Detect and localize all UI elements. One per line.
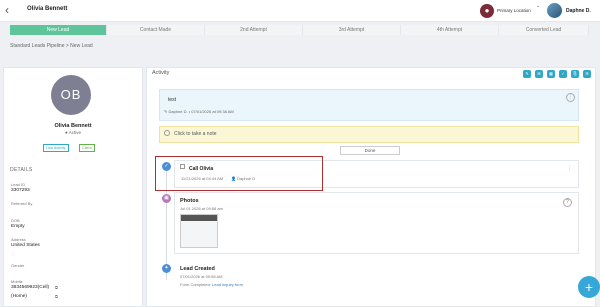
toolbar-email-icon[interactable]: ✉ (535, 70, 543, 78)
copy-icon[interactable]: ⧉ (55, 285, 58, 290)
mobile-label: Mobile (11, 279, 23, 284)
low-activity-badge: Low Activity (43, 144, 69, 152)
lead-id-value: 3307293 (11, 188, 30, 193)
chevron-down-icon[interactable]: ⌄ (536, 3, 540, 9)
location-avatar-icon[interactable]: ● (480, 4, 494, 18)
details-heading: DETAILS (10, 167, 33, 173)
activity-title: Activity (152, 70, 170, 76)
stage-contact-made[interactable]: Contact Made (107, 25, 205, 35)
add-fab-button[interactable]: + (578, 276, 600, 298)
photo-icon: ▣ (162, 194, 171, 203)
stage-new-lead[interactable]: New Lead (10, 25, 107, 35)
more-icon[interactable]: ⋮ (566, 166, 573, 174)
contact-name: Olivia Bennett (27, 6, 68, 12)
done-button[interactable]: Done (340, 146, 400, 155)
copy-icon[interactable]: ⧉ (55, 294, 58, 299)
note-meta: ✎ Daphne D. • 07/01/2026 at 09:38 AM (164, 109, 234, 114)
photos-title: Photos (180, 198, 199, 204)
toolbar-task-icon[interactable]: ✓ (559, 70, 567, 78)
mobile-type: (Home) (11, 294, 27, 299)
address-value[interactable]: United States (11, 243, 40, 248)
profile-name: Olivia Bennett (54, 123, 92, 129)
lead-form-line: Form Completed: Lead inquiry form (180, 282, 243, 287)
stage-converted-lead[interactable]: Converted Lead (499, 25, 589, 35)
photo-thumbnail-header (181, 215, 217, 221)
dob-label: DOB (11, 218, 20, 223)
toolbar-note-icon[interactable]: ✎ (523, 70, 531, 78)
toolbar-calendar-icon[interactable]: ▦ (547, 70, 555, 78)
lead-icon: ✦ (162, 264, 171, 273)
toolbar-filter-icon[interactable]: ☰ (583, 70, 591, 78)
primary-location-selector[interactable]: Primary Location (497, 8, 531, 13)
dob-value[interactable]: Empty (11, 224, 25, 229)
stage-3rd-attempt[interactable]: 3rd Attempt (303, 25, 401, 35)
highlight-outline (155, 156, 323, 191)
photos-card (174, 192, 579, 254)
take-note-placeholder[interactable]: Click to take a note (174, 131, 217, 137)
pipeline-stages: New Lead Contact Made 2nd Attempt 3rd At… (0, 25, 600, 35)
lead-created-title: Lead Created (180, 266, 215, 272)
mobile-value[interactable]: 3834569923(Cell) (11, 285, 49, 290)
avatar: OB (51, 75, 91, 115)
lead-id-label: Lead ID (11, 182, 26, 187)
profile-status: ● Active (65, 130, 81, 135)
note-card (159, 89, 579, 121)
address-extra: - (12, 251, 14, 256)
take-note-box[interactable] (159, 126, 579, 143)
client-badge: Client (79, 144, 95, 152)
photos-date: Jul 01 2026 at 09:58 am (180, 206, 223, 211)
note-text: test (168, 97, 177, 103)
toolbar-attach-icon[interactable]: ⎘ (571, 70, 579, 78)
help-icon[interactable]: ? (563, 198, 572, 207)
breadcrumb[interactable]: Standard Leads Pipeline > New Lead (10, 43, 93, 49)
lead-created-date: 07/01/2026 at 09:58 AM (180, 274, 223, 279)
referred-by-label: Referred By (11, 201, 33, 206)
more-icon[interactable]: ⋮ (566, 93, 575, 102)
user-name[interactable]: Daphne D. (566, 8, 591, 14)
stage-4th-attempt[interactable]: 4th Attempt (401, 25, 499, 35)
gender-label: Gender (11, 263, 25, 268)
add-note-icon (164, 130, 170, 136)
lead-form-link[interactable]: Lead inquiry form (212, 282, 243, 287)
user-avatar[interactable] (547, 3, 562, 18)
stage-2nd-attempt[interactable]: 2nd Attempt (205, 25, 303, 35)
back-arrow-icon[interactable]: ‹ (5, 3, 9, 17)
address-label: Address (11, 237, 26, 242)
